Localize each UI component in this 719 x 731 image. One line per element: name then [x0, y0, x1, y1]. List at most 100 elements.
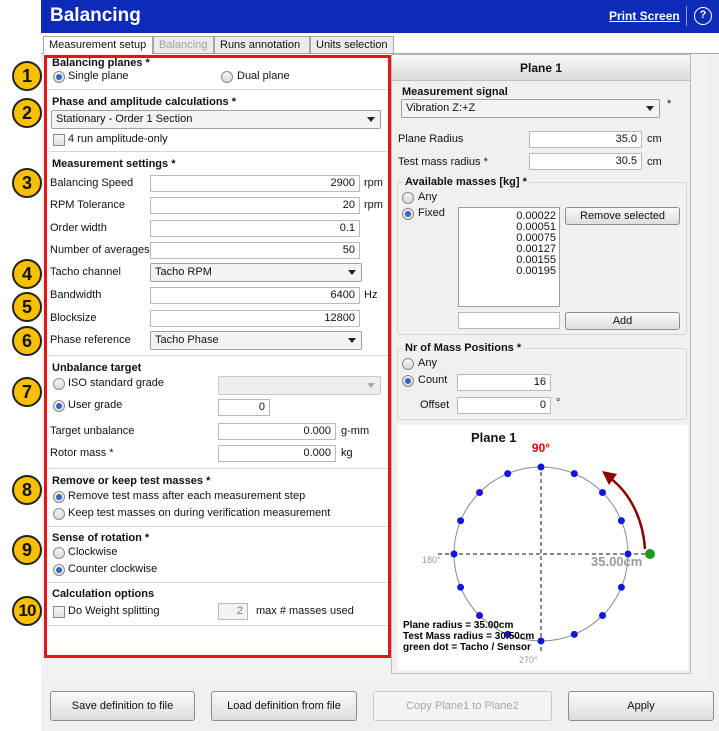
add-mass-button[interactable]: Add [565, 312, 680, 330]
step-badge-5: 5 [12, 292, 42, 322]
list-item[interactable]: 0.00127 [516, 244, 556, 255]
balancing-speed-input[interactable]: 2900 [150, 175, 360, 192]
target-unbalance-input[interactable]: 0.000 [218, 423, 336, 440]
target-unbalance-unit: g-mm [341, 425, 370, 437]
test-mass-radius-unit: cm [647, 156, 662, 168]
step-badge-8: 8 [12, 475, 42, 505]
offset-unit: ° [556, 397, 561, 409]
print-screen-link[interactable]: Print Screen [609, 9, 680, 23]
phase-amp-title: Phase and amplitude calculations * [52, 96, 236, 108]
order-width-input[interactable]: 0.1 [150, 220, 360, 237]
rotor-mass-input[interactable]: 0.000 [218, 445, 336, 462]
mass-position-dot [617, 583, 625, 591]
plane-radius-input[interactable]: 35.0 [529, 131, 642, 148]
measurement-signal-required: * [667, 98, 672, 110]
rpm-tolerance-label: RPM Tolerance [50, 199, 125, 211]
plane-radius-label: Plane Radius [398, 133, 464, 145]
header-divider [686, 6, 687, 26]
blocksize-input[interactable]: 12800 [150, 310, 360, 327]
new-mass-input[interactable] [458, 312, 560, 329]
phase-reference-value: Tacho Phase [155, 334, 219, 346]
measurement-signal-select[interactable]: Vibration Z:+Z [401, 99, 660, 118]
mass-position-dot [457, 583, 465, 591]
max-masses-label: max # masses used [256, 605, 354, 617]
list-item[interactable]: 0.00022 [516, 211, 556, 222]
divider [48, 625, 388, 626]
step-badge-6: 6 [12, 326, 42, 356]
dual-plane-radio[interactable] [221, 71, 233, 83]
balancing-speed-label: Balancing Speed [50, 177, 134, 189]
amp-only-label: 4 run amplitude-only [68, 133, 168, 145]
iso-grade-radio[interactable] [53, 378, 65, 390]
masses-fixed-radio[interactable] [402, 208, 414, 220]
positions-any-radio[interactable] [402, 358, 414, 370]
weight-splitting-label: Do Weight splitting [68, 605, 160, 617]
divider [48, 582, 388, 583]
apply-button[interactable]: Apply [568, 691, 714, 721]
phase-amp-select[interactable]: Stationary - Order 1 Section [51, 110, 381, 129]
phase-reference-select[interactable]: Tacho Phase [150, 331, 362, 350]
counter-clockwise-radio[interactable] [53, 564, 65, 576]
remove-selected-button[interactable]: Remove selected [565, 207, 680, 225]
clockwise-radio[interactable] [53, 547, 65, 559]
amp-only-checkbox[interactable] [53, 134, 65, 146]
bandwidth-label: Bandwidth [50, 289, 102, 301]
mass-position-dot [570, 470, 578, 478]
legend-test-mass-radius: Test Mass radius = 30.50cm [403, 631, 534, 642]
masses-any-radio[interactable] [402, 192, 414, 204]
list-item[interactable]: 0.00195 [516, 266, 556, 277]
rotation-title: Sense of rotation * [52, 532, 150, 544]
copy-plane-button: Copy Plane1 to Plane2 [373, 691, 552, 721]
test-mass-radius-input[interactable]: 30.5 [529, 153, 642, 170]
load-definition-button[interactable]: Load definition from file [211, 691, 357, 721]
remove-test-mass-label: Remove test mass after each measurement … [68, 490, 306, 502]
measurement-settings-title: Measurement settings * [52, 158, 176, 170]
num-averages-input[interactable]: 50 [150, 242, 360, 259]
angle-90-label: 90° [532, 441, 550, 455]
vertical-scrollbar[interactable] [706, 54, 718, 684]
bandwidth-input[interactable]: 6400 [150, 287, 360, 304]
keep-test-mass-radio[interactable] [53, 508, 65, 520]
user-grade-input[interactable]: 0 [218, 399, 270, 416]
list-item[interactable]: 0.00155 [516, 255, 556, 266]
mass-position-dot [476, 612, 483, 619]
counter-clockwise-label: Counter clockwise [68, 563, 158, 575]
list-item[interactable]: 0.00075 [516, 233, 556, 244]
list-item[interactable]: 0.00051 [516, 222, 556, 233]
save-definition-button[interactable]: Save definition to file [50, 691, 195, 721]
step-badge-1: 1 [12, 61, 42, 91]
chevron-down-icon [348, 338, 356, 343]
rotor-mass-label: Rotor mass * [50, 447, 114, 459]
measurement-signal-title: Measurement signal [402, 86, 508, 98]
positions-count-radio[interactable] [402, 375, 414, 387]
plot-title: Plane 1 [471, 430, 517, 445]
user-grade-label: User grade [68, 399, 123, 411]
mass-position-dot [457, 517, 465, 525]
remove-test-mass-radio[interactable] [53, 491, 65, 503]
tab-units-selection[interactable]: Units selection [310, 36, 394, 53]
positions-count-input[interactable]: 16 [457, 374, 551, 391]
rotor-mass-unit: kg [341, 447, 353, 459]
step-badge-9: 9 [12, 535, 42, 565]
weight-splitting-checkbox[interactable] [53, 606, 65, 618]
tab-measurement-setup[interactable]: Measurement setup [43, 36, 153, 54]
help-icon[interactable]: ? [694, 7, 712, 25]
mass-positions-title: Nr of Mass Positions * [403, 342, 524, 354]
masses-fixed-label: Fixed [418, 207, 445, 219]
offset-input[interactable]: 0 [457, 397, 551, 414]
chevron-down-icon [646, 106, 654, 111]
chevron-down-icon [348, 270, 356, 275]
angle-180-label: 180° [422, 555, 441, 565]
single-plane-radio[interactable] [53, 71, 65, 83]
rpm-tolerance-input[interactable]: 20 [150, 197, 360, 214]
positions-count-label: Count [418, 374, 448, 386]
divider [48, 468, 388, 469]
balancing-planes-title: Balancing planes * [52, 57, 150, 69]
available-masses-list[interactable]: 0.00022 0.00051 0.00075 0.00127 0.00155 … [458, 207, 560, 307]
tacho-channel-select[interactable]: Tacho RPM [150, 263, 362, 282]
test-masses-title: Remove or keep test masses * [52, 475, 211, 487]
target-unbalance-label: Target unbalance [50, 425, 135, 437]
tab-runs-annotation[interactable]: Runs annotation [214, 36, 310, 53]
mass-position-dot [624, 550, 632, 558]
user-grade-radio[interactable] [53, 400, 65, 412]
